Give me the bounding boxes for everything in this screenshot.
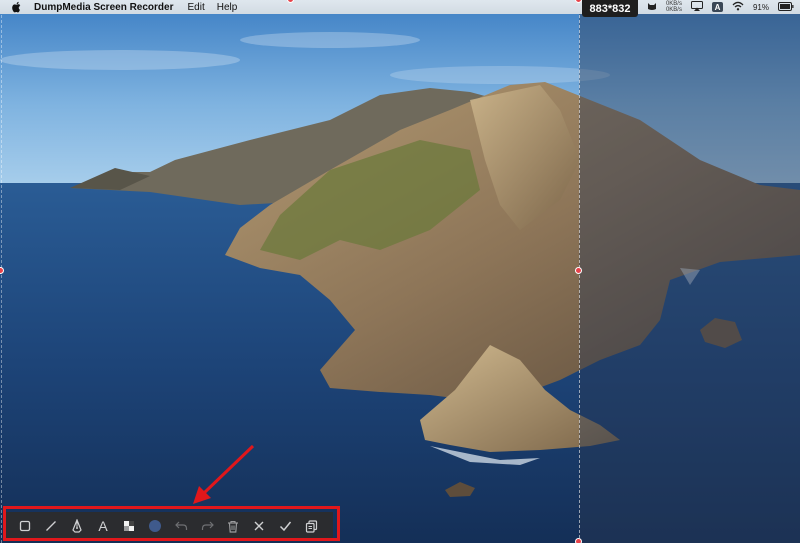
line-tool[interactable] bbox=[38, 513, 64, 539]
pen-icon bbox=[72, 519, 82, 533]
redo-icon bbox=[201, 521, 214, 530]
color-dot-icon bbox=[149, 520, 161, 532]
net-down-rate: 0KB/s bbox=[665, 7, 682, 13]
text-tool[interactable]: A bbox=[90, 513, 116, 539]
rectangle-tool[interactable] bbox=[12, 513, 38, 539]
copy-button[interactable] bbox=[298, 513, 324, 539]
wifi-icon[interactable] bbox=[732, 1, 744, 13]
input-source-badge[interactable]: A bbox=[711, 2, 723, 12]
line-icon bbox=[46, 521, 56, 531]
square-icon bbox=[19, 520, 31, 532]
trash-icon bbox=[228, 520, 238, 533]
delete-button[interactable] bbox=[220, 513, 246, 539]
menu-edit[interactable]: Edit bbox=[188, 2, 205, 13]
copy-icon bbox=[305, 519, 317, 533]
close-icon bbox=[254, 521, 264, 531]
selection-size-label: 883*832 bbox=[582, 0, 638, 17]
mosaic-tool[interactable] bbox=[116, 513, 142, 539]
resize-handle-middle-right[interactable] bbox=[575, 267, 582, 274]
redo-button[interactable] bbox=[194, 513, 220, 539]
menu-bar: DumpMedia Screen Recorder Edit Help 0KB/… bbox=[0, 0, 800, 14]
battery-percent[interactable]: 91% bbox=[753, 3, 769, 12]
resize-handle-bottom-right[interactable] bbox=[575, 538, 582, 543]
menu-help[interactable]: Help bbox=[217, 2, 238, 13]
text-icon: A bbox=[98, 518, 108, 534]
undo-button[interactable] bbox=[168, 513, 194, 539]
confirm-button[interactable] bbox=[272, 513, 298, 539]
undo-icon bbox=[174, 521, 187, 530]
battery-icon[interactable] bbox=[778, 1, 794, 13]
color-picker[interactable] bbox=[142, 513, 168, 539]
airplay-icon[interactable] bbox=[690, 1, 703, 13]
annotation-toolbar: A bbox=[5, 512, 333, 540]
network-rate[interactable]: 0KB/s 0KB/s bbox=[666, 1, 682, 13]
cat-icon[interactable] bbox=[647, 1, 657, 13]
app-name-menu[interactable]: DumpMedia Screen Recorder bbox=[34, 2, 174, 13]
cancel-button[interactable] bbox=[246, 513, 272, 539]
check-icon bbox=[279, 521, 291, 532]
unselected-dim-overlay bbox=[579, 0, 800, 543]
menubar-status-area: 0KB/s 0KB/s A 91% bbox=[647, 0, 794, 14]
pen-tool[interactable] bbox=[64, 513, 90, 539]
apple-menu-icon[interactable] bbox=[12, 1, 24, 13]
mosaic-icon bbox=[124, 521, 134, 531]
